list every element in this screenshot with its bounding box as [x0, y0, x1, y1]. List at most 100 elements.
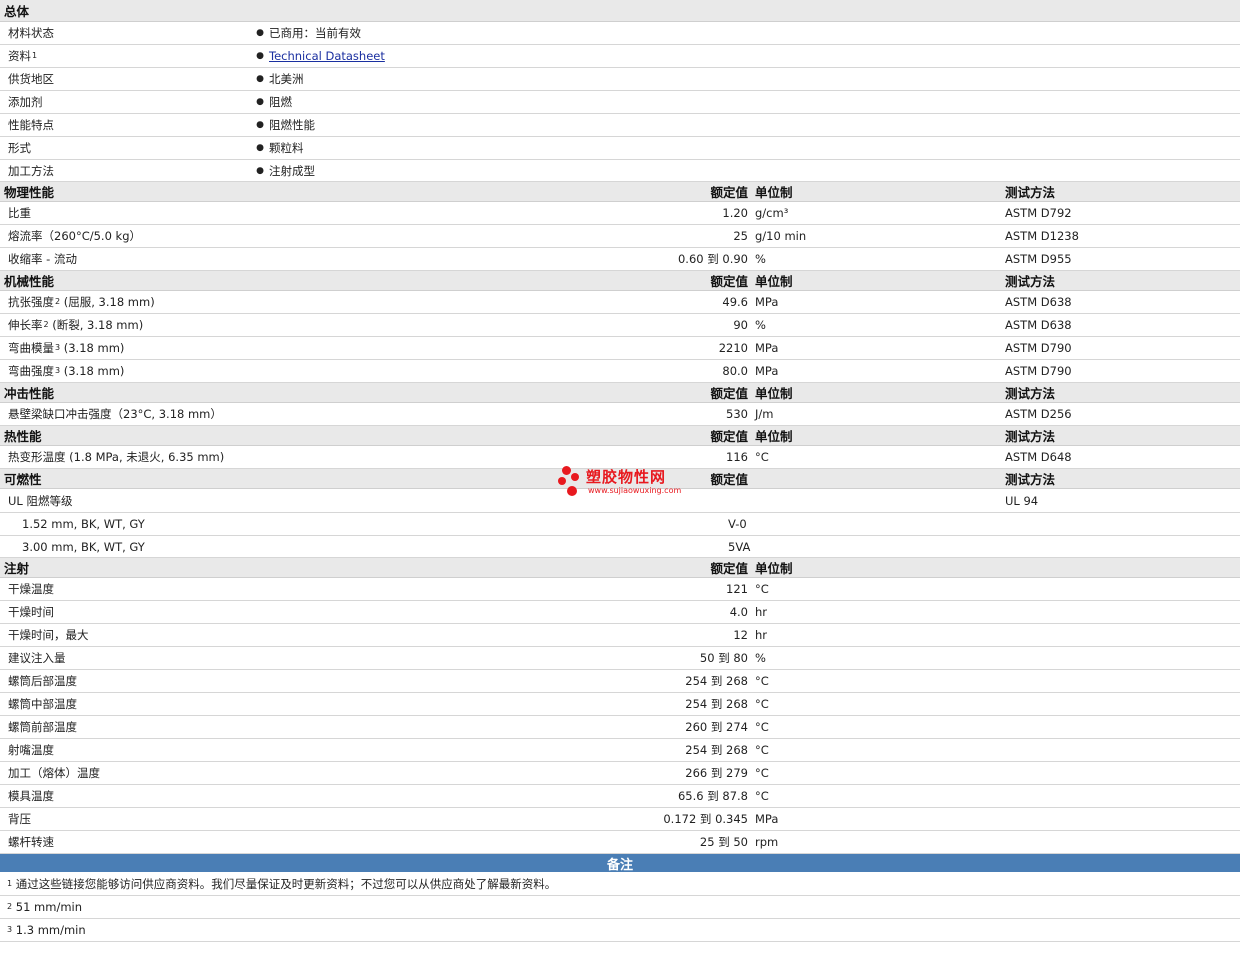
- logo-dot-icon: [571, 473, 579, 481]
- property-value: 90: [733, 318, 748, 332]
- property-value: 50 到 80: [699, 651, 748, 665]
- property-unit: °C: [755, 450, 769, 464]
- section-title: 冲击性能: [4, 386, 55, 401]
- property-row: 比重 1.20 g/cm³ ASTM D792: [0, 202, 1240, 225]
- section-title: 注射: [4, 561, 30, 576]
- property-value: 0.60 到 0.90: [677, 252, 748, 266]
- property-unit: MPa: [755, 812, 779, 826]
- column-nominal: 额定值: [710, 429, 748, 444]
- bullet-icon: ●: [256, 51, 264, 61]
- property-row: 螺筒中部温度 254 到 268 °C: [0, 693, 1240, 716]
- column-nominal: 额定值: [710, 561, 748, 576]
- property-name: 射嘴温度: [8, 743, 54, 757]
- column-nominal: 额定值: [710, 472, 748, 487]
- property-value: 254 到 268: [685, 674, 748, 688]
- section-header-impact: 冲击性能 额定值 单位制 测试方法: [0, 383, 1240, 403]
- property-value: 254 到 268: [685, 743, 748, 757]
- note-item: 1 通过这些链接您能够访问供应商资料。我们尽量保证及时更新资料；不过您可以从供应…: [0, 872, 1240, 896]
- property-value: 121: [726, 582, 748, 596]
- row-label: 材料状态: [8, 26, 54, 40]
- note-item: 3 1.3 mm/min: [0, 919, 1240, 942]
- property-unit: °C: [755, 674, 769, 688]
- logo-dot-icon: [567, 486, 577, 496]
- section-title: 机械性能: [4, 274, 55, 289]
- property-name: 悬壁梁缺口冲击强度（23°C, 3.18 mm）: [8, 407, 222, 421]
- row-value: 阻燃性能: [269, 118, 315, 132]
- property-name: 螺筒中部温度: [8, 697, 77, 711]
- property-method: ASTM D648: [1005, 450, 1072, 464]
- property-unit: %: [755, 318, 766, 332]
- property-unit: °C: [755, 789, 769, 803]
- property-value: 530: [726, 407, 748, 421]
- property-name: 熔流率（260°C/5.0 kg）: [8, 229, 142, 243]
- property-method: ASTM D638: [1005, 295, 1072, 309]
- row-value: 阻燃: [269, 95, 292, 109]
- property-unit: hr: [755, 605, 768, 619]
- property-name: 螺杆转速: [8, 835, 54, 849]
- property-value: V-0: [728, 517, 747, 531]
- property-name: 干燥时间，最大: [8, 628, 89, 642]
- general-row: 添加剂 ● 阻燃: [0, 91, 1240, 114]
- property-name: 背压: [8, 812, 31, 826]
- row-label: 供货地区: [8, 72, 54, 86]
- section-title: 总体: [4, 4, 30, 19]
- row-value: 颗粒料: [269, 141, 304, 155]
- technical-datasheet-link[interactable]: Technical Datasheet: [269, 49, 385, 63]
- logo-dot-icon: [562, 466, 571, 475]
- column-unit: 单位制: [755, 386, 793, 401]
- property-value: 80.0: [722, 364, 748, 378]
- column-unit: 单位制: [755, 429, 793, 444]
- property-row: 螺杆转速 25 到 50 rpm: [0, 831, 1240, 854]
- property-value: 12: [733, 628, 748, 642]
- property-unit: °C: [755, 766, 769, 780]
- watermark-logo: 塑胶物性网 www.sujiaowuxing.com: [556, 464, 696, 500]
- watermark-url: www.sujiaowuxing.com: [588, 486, 682, 495]
- property-method: ASTM D955: [1005, 252, 1072, 266]
- property-name: 螺筒后部温度: [8, 674, 77, 688]
- column-nominal: 额定值: [710, 386, 748, 401]
- property-method: ASTM D790: [1005, 341, 1072, 355]
- property-unit: °C: [755, 743, 769, 757]
- property-method: ASTM D790: [1005, 364, 1072, 378]
- property-value: 4.0: [729, 605, 748, 619]
- general-row: 加工方法 ● 注射成型: [0, 160, 1240, 182]
- property-name: 建议注入量: [8, 651, 66, 665]
- property-row: 弯曲模量 3 (3.18 mm) 2210 MPa ASTM D790: [0, 337, 1240, 360]
- property-method: ASTM D638: [1005, 318, 1072, 332]
- property-unit: MPa: [755, 364, 779, 378]
- property-row: 模具温度 65.6 到 87.8 °C: [0, 785, 1240, 808]
- row-value: 注射成型: [269, 163, 315, 178]
- row-label: 资料 1: [8, 49, 38, 63]
- general-row: 材料状态 ● 已商用：当前有效: [0, 22, 1240, 45]
- property-unit: °C: [755, 720, 769, 734]
- property-row: 收缩率 - 流动 0.60 到 0.90 % ASTM D955: [0, 248, 1240, 271]
- property-row: 背压 0.172 到 0.345 MPa: [0, 808, 1240, 831]
- section-title: 物理性能: [4, 185, 55, 200]
- property-row: 射嘴温度 254 到 268 °C: [0, 739, 1240, 762]
- property-unit: rpm: [755, 835, 779, 849]
- property-subname: 3.00 mm, BK, WT, GY: [22, 539, 145, 554]
- section-title: 热性能: [4, 429, 42, 444]
- section-header-injection: 注射 额定值 单位制: [0, 558, 1240, 578]
- property-name: UL 阻燃等级: [8, 493, 73, 508]
- property-value: 1.20: [722, 206, 748, 220]
- row-label: 加工方法: [8, 163, 54, 178]
- section-header-thermal: 热性能 额定值 单位制 测试方法: [0, 426, 1240, 446]
- bullet-icon: ●: [256, 28, 264, 38]
- property-name: 弯曲模量 3 (3.18 mm): [8, 341, 125, 355]
- note-text: 3 1.3 mm/min: [7, 923, 86, 937]
- property-value: 0.172 到 0.345: [663, 812, 748, 826]
- property-name: 螺筒前部温度: [8, 720, 77, 734]
- property-value: 116: [726, 450, 748, 464]
- column-method: 测试方法: [1005, 274, 1056, 289]
- column-unit: 单位制: [755, 185, 793, 200]
- property-unit: °C: [755, 582, 769, 596]
- property-method: ASTM D1238: [1005, 229, 1079, 243]
- general-row: 供货地区 ● 北美洲: [0, 68, 1240, 91]
- property-name: 抗张强度 2 (屈服, 3.18 mm): [8, 295, 155, 309]
- property-row: 干燥时间 4.0 hr: [0, 601, 1240, 624]
- note-text: 2 51 mm/min: [7, 900, 83, 914]
- row-label: 形式: [8, 141, 31, 155]
- property-unit: g/cm³: [755, 206, 789, 220]
- property-name: 干燥温度: [8, 582, 54, 596]
